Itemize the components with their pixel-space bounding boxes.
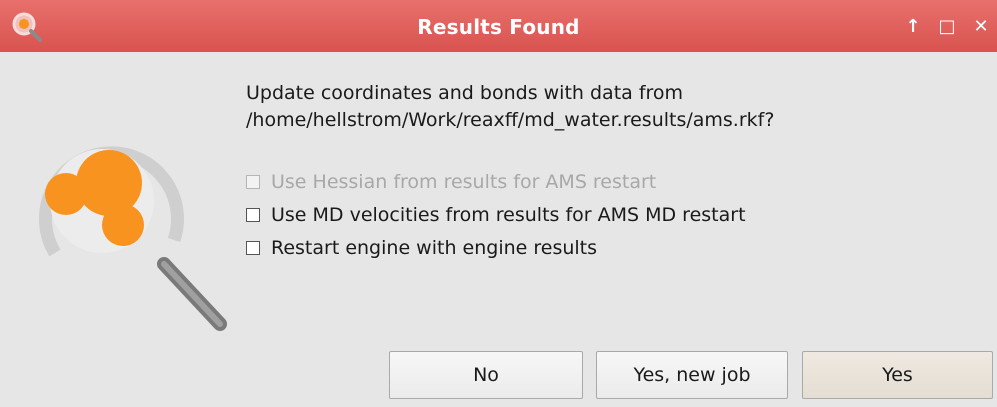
message-line-1: Update coordinates and bonds with data f… [246, 82, 684, 104]
restart-engine-checkbox[interactable]: Restart engine with engine results [246, 231, 746, 264]
checkbox-label: Use MD velocities from results for AMS M… [271, 203, 746, 226]
magnifier-molecule-icon [39, 146, 227, 331]
yes-new-job-button[interactable]: Yes, new job [596, 351, 788, 399]
up-arrow-icon[interactable]: ↑ [901, 14, 925, 38]
no-button[interactable]: No [389, 351, 583, 399]
results-found-dialog: Results Found ↑ □ ✕ Update coordinates a… [0, 0, 997, 407]
yes-button[interactable]: Yes [802, 351, 993, 399]
use-hessian-checkbox: Use Hessian from results for AMS restart [246, 165, 746, 198]
confirmation-message: Update coordinates and bonds with data f… [246, 80, 774, 134]
message-file-path: /home/hellstrom/Work/reaxff/md_water.res… [246, 109, 775, 131]
checkbox-box[interactable] [246, 207, 260, 222]
checkbox-box[interactable] [246, 240, 260, 255]
use-md-velocities-checkbox[interactable]: Use MD velocities from results for AMS M… [246, 198, 746, 231]
title-bar[interactable]: Results Found ↑ □ ✕ [0, 0, 997, 52]
maximize-icon[interactable]: □ [935, 14, 959, 38]
close-icon[interactable]: ✕ [969, 14, 993, 38]
window-title: Results Found [417, 15, 580, 39]
window-controls: ↑ □ ✕ [901, 14, 993, 38]
checkbox-label: Restart engine with engine results [271, 236, 598, 259]
checkbox-label: Use Hessian from results for AMS restart [271, 170, 657, 193]
options-list: Use Hessian from results for AMS restart… [246, 165, 746, 264]
checkbox-box [246, 174, 260, 189]
